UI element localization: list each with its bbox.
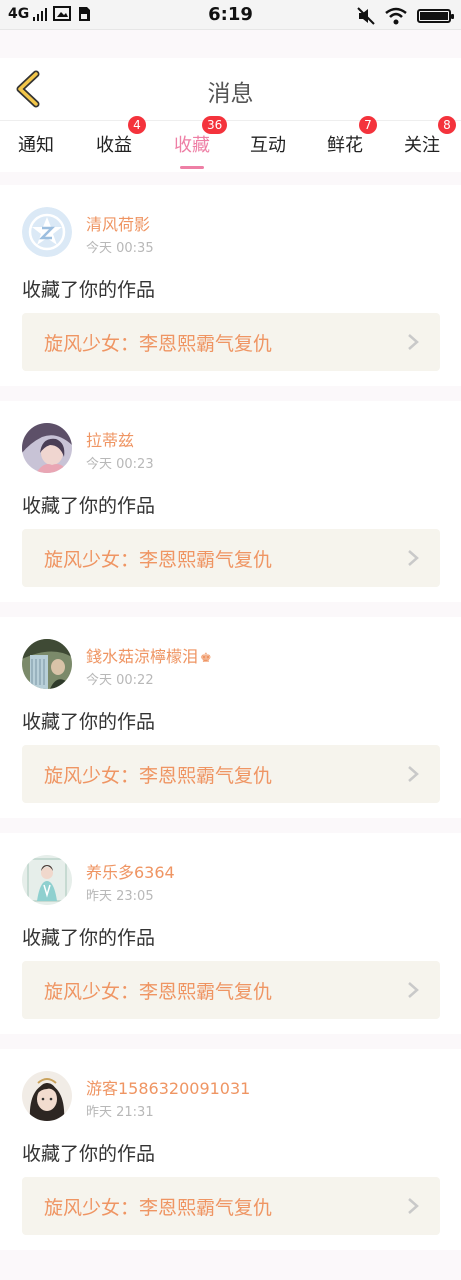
tab-notifications[interactable]: 通知 xyxy=(18,131,54,157)
tab-label: 鲜花 xyxy=(327,135,363,156)
page-title: 消息 xyxy=(207,81,254,107)
tab-favorites[interactable]: 收藏 36 xyxy=(174,116,228,169)
user-name[interactable]: 拉蒂兹 xyxy=(86,427,134,451)
avatar[interactable] xyxy=(22,207,72,257)
battery-icon xyxy=(417,9,454,23)
message-card: 养乐多6364 昨天 23:05 收藏了你的作品 旋风少女：李恩熙霸气复仇 xyxy=(0,833,461,1034)
work-link[interactable]: 旋风少女：李恩熙霸气复仇 xyxy=(22,529,440,587)
tab-label: 收益 xyxy=(96,135,132,156)
tab-badge: 8 xyxy=(438,116,456,134)
user-photo-icon xyxy=(22,423,72,473)
work-title: 旋风少女：李恩熙霸气复仇 xyxy=(44,981,273,1003)
avatar[interactable] xyxy=(22,639,72,689)
avatar[interactable] xyxy=(22,855,72,905)
message-time: 昨天 23:05 xyxy=(86,889,154,904)
tab-badge: 4 xyxy=(128,116,146,134)
user-photo-icon xyxy=(22,1071,72,1121)
message-time: 今天 00:23 xyxy=(86,457,154,472)
user-name[interactable]: 养乐多6364 xyxy=(86,859,175,883)
tab-interactions[interactable]: 互动 xyxy=(250,131,286,157)
chevron-right-icon xyxy=(408,982,419,998)
chevron-right-icon xyxy=(408,766,419,782)
tab-earnings[interactable]: 收益 4 xyxy=(96,116,146,157)
message-time: 今天 00:35 xyxy=(86,241,154,256)
mute-icon xyxy=(357,7,375,25)
user-name[interactable]: 游客1586320091031 xyxy=(86,1075,250,1099)
nav-header: 消息 xyxy=(0,58,461,120)
work-title: 旋风少女：李恩熙霸气复仇 xyxy=(44,549,273,571)
work-link[interactable]: 旋风少女：李恩熙霸气复仇 xyxy=(22,1177,440,1235)
message-card: 錢水菇涼檸檬泪 ♚ 今天 00:22 收藏了你的作品 旋风少女：李恩熙霸气复仇 xyxy=(0,617,461,818)
message-time: 今天 00:22 xyxy=(86,673,154,688)
tab-label: 关注 xyxy=(404,135,440,156)
tab-label: 互动 xyxy=(250,135,286,156)
user-photo-icon xyxy=(22,639,72,689)
tab-flowers[interactable]: 鲜花 7 xyxy=(327,116,377,157)
avatar[interactable] xyxy=(22,1071,72,1121)
tab-follows[interactable]: 关注 8 xyxy=(404,116,456,157)
message-action: 收藏了你的作品 xyxy=(22,495,156,517)
work-title: 旋风少女：李恩熙霸气复仇 xyxy=(44,765,273,787)
user-name[interactable]: 錢水菇涼檸檬泪 ♚ xyxy=(86,643,212,667)
status-bar: 4G 6:19 xyxy=(0,0,461,30)
tab-label: 通知 xyxy=(18,135,54,156)
message-action: 收藏了你的作品 xyxy=(22,927,156,949)
work-title: 旋风少女：李恩熙霸气复仇 xyxy=(44,333,273,355)
message-time: 昨天 21:31 xyxy=(86,1105,154,1120)
crown-icon: ♚ xyxy=(200,651,212,666)
chevron-right-icon xyxy=(408,334,419,350)
work-link[interactable]: 旋风少女：李恩熙霸气复仇 xyxy=(22,961,440,1019)
tab-badge: 7 xyxy=(359,116,377,134)
message-action: 收藏了你的作品 xyxy=(22,279,156,301)
avatar[interactable] xyxy=(22,423,72,473)
message-card: 拉蒂兹 今天 00:23 收藏了你的作品 旋风少女：李恩熙霸气复仇 xyxy=(0,401,461,602)
message-card: 游客1586320091031 昨天 21:31 收藏了你的作品 旋风少女：李恩… xyxy=(0,1049,461,1250)
message-card: 清风荷影 今天 00:35 收藏了你的作品 旋风少女：李恩熙霸气复仇 xyxy=(0,185,461,386)
chevron-right-icon xyxy=(408,1198,419,1214)
message-action: 收藏了你的作品 xyxy=(22,711,156,733)
default-avatar-icon xyxy=(22,207,72,257)
wifi-icon xyxy=(385,7,407,25)
user-photo-icon xyxy=(22,855,72,905)
tab-bar: 通知 收益 4 收藏 36 互动 鲜花 7 关注 8 xyxy=(0,116,461,172)
chevron-right-icon xyxy=(408,550,419,566)
tab-badge: 36 xyxy=(202,116,228,134)
work-link[interactable]: 旋风少女：李恩熙霸气复仇 xyxy=(22,313,440,371)
user-name-text: 錢水菇涼檸檬泪 xyxy=(86,647,199,666)
user-name[interactable]: 清风荷影 xyxy=(86,211,150,235)
tab-label: 收藏 xyxy=(174,135,210,156)
message-action: 收藏了你的作品 xyxy=(22,1143,156,1165)
work-link[interactable]: 旋风少女：李恩熙霸气复仇 xyxy=(22,745,440,803)
work-title: 旋风少女：李恩熙霸气复仇 xyxy=(44,1197,273,1219)
